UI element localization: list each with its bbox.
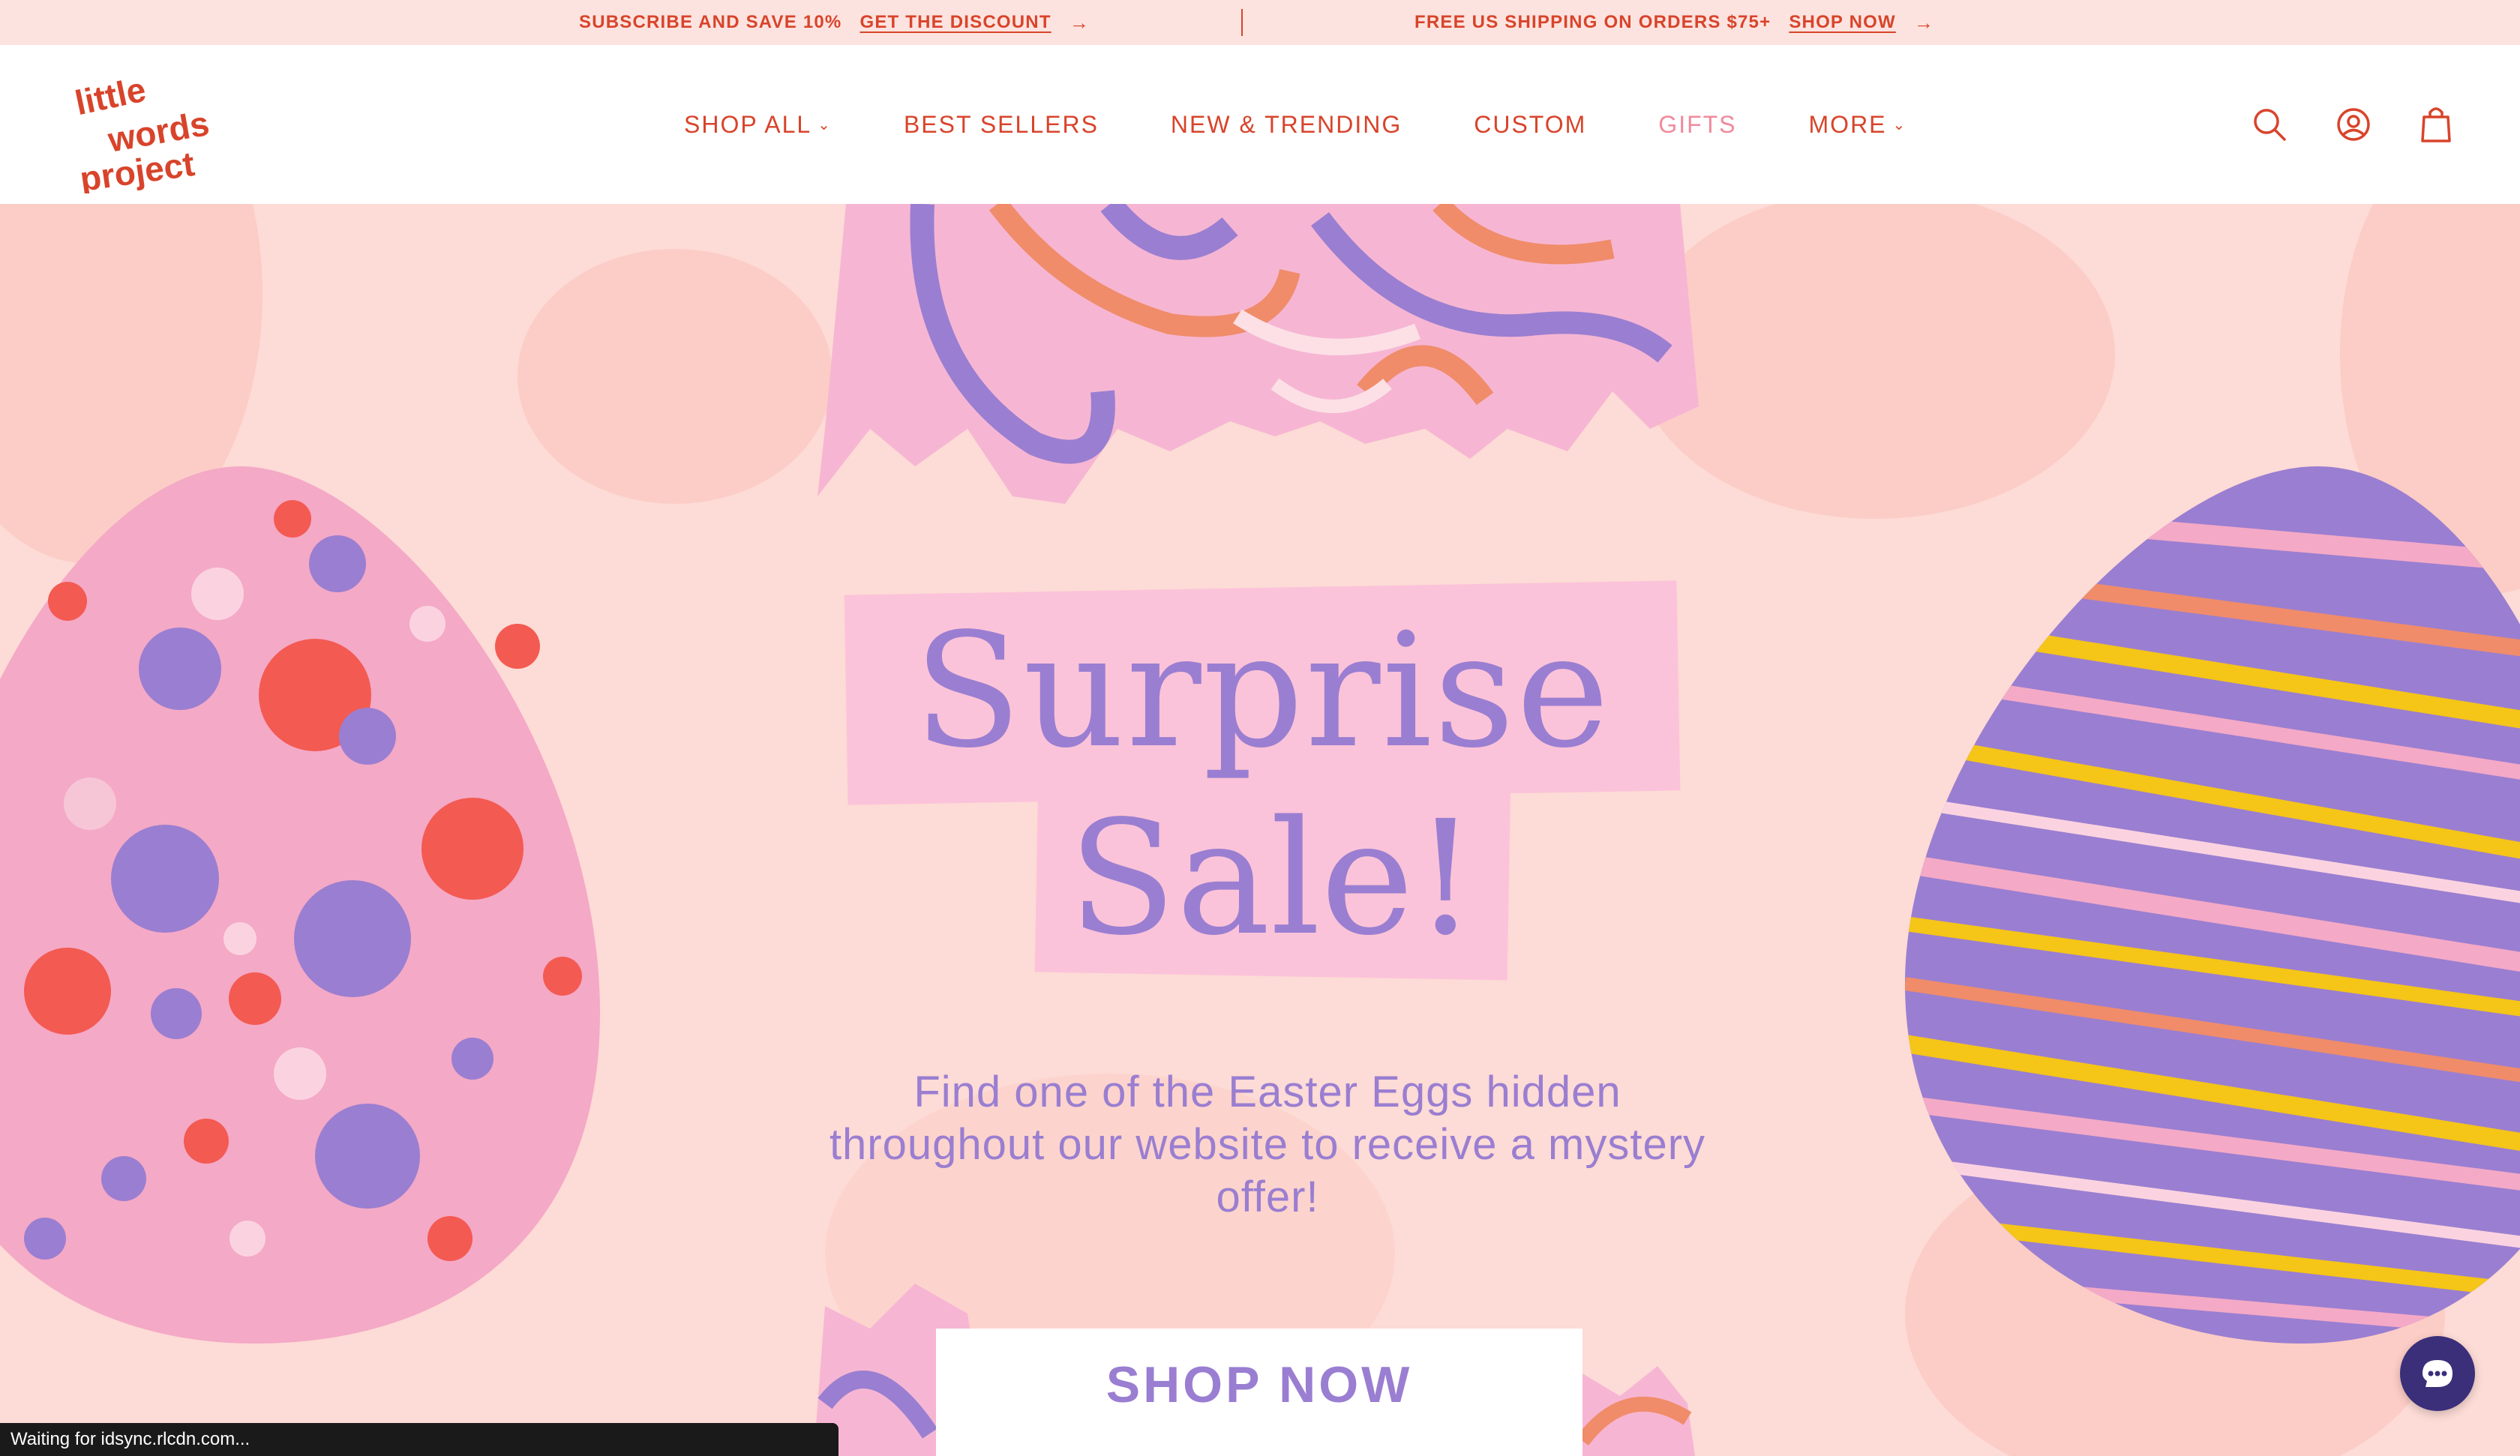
get-discount-link[interactable]: GET THE DISCOUNT — [860, 12, 1051, 33]
account-icon[interactable] — [2336, 106, 2372, 142]
cart-icon[interactable] — [2420, 105, 2452, 144]
nav-gifts-label: GIFTS — [1658, 110, 1737, 138]
site-header: little words project SHOP ALL ⌄ BEST SEL… — [0, 45, 2520, 204]
nav-shop-all-label: SHOP ALL — [684, 110, 812, 138]
shop-now-button[interactable]: SHOP NOW — [936, 1329, 1582, 1456]
nav-custom-label: CUSTOM — [1474, 110, 1587, 138]
polka-dot-egg — [0, 466, 600, 1344]
bg-blob — [518, 249, 832, 504]
announcement-shipping-text: FREE US SHIPPING ON ORDERS $75+ — [1414, 12, 1772, 32]
nav-shop-all[interactable]: SHOP ALL ⌄ — [684, 111, 832, 139]
nav-custom[interactable]: CUSTOM — [1474, 111, 1586, 139]
browser-status-bar: Waiting for idsync.rlcdn.com... — [0, 1423, 838, 1456]
nav-more-label: MORE — [1808, 110, 1887, 138]
arrow-right-icon: → — [1069, 10, 1090, 34]
header-icons — [2252, 45, 2452, 204]
search-icon[interactable] — [2252, 106, 2288, 142]
nav-more[interactable]: MORE ⌄ — [1809, 111, 1907, 139]
announcement-divider — [1241, 9, 1243, 36]
hero-banner[interactable]: Surprise Sale! Find one of the Easter Eg… — [0, 204, 2520, 1456]
chevron-down-icon: ⌄ — [1892, 116, 1907, 133]
chat-icon — [2422, 1360, 2452, 1387]
hero-subtext: Find one of the Easter Eggs hidden throu… — [829, 1068, 1706, 1221]
chevron-down-icon: ⌄ — [818, 116, 832, 133]
nav-gifts[interactable]: GIFTS — [1658, 111, 1736, 139]
logo-text-line3: project — [77, 144, 196, 193]
site-logo[interactable]: little words project — [69, 66, 234, 193]
hero-headline-line2: Sale! — [1068, 786, 1478, 970]
nav-new-trending[interactable]: NEW & TRENDING — [1171, 111, 1402, 139]
announcement-bar: SUBSCRIBE AND SAVE 10% GET THE DISCOUNT … — [0, 0, 2520, 45]
shop-now-link[interactable]: SHOP NOW — [1789, 12, 1896, 33]
hero-headline-line1: Surprise — [914, 599, 1611, 783]
broken-egg-top — [818, 204, 1699, 504]
nav-new-trending-label: NEW & TRENDING — [1170, 110, 1402, 138]
announcement-subscribe-text: SUBSCRIBE AND SAVE 10% — [579, 12, 842, 32]
announcement-subscribe: SUBSCRIBE AND SAVE 10% GET THE DISCOUNT … — [579, 0, 1090, 45]
main-nav: SHOP ALL ⌄ BEST SELLERS NEW & TRENDING C… — [684, 45, 1906, 204]
nav-best-sellers[interactable]: BEST SELLERS — [904, 111, 1099, 139]
nav-best-sellers-label: BEST SELLERS — [903, 110, 1099, 138]
announcement-shipping: FREE US SHIPPING ON ORDERS $75+ SHOP NOW… — [1414, 0, 1934, 45]
chat-button[interactable] — [2400, 1336, 2475, 1411]
logo-text-line1: little — [72, 70, 149, 123]
arrow-right-icon: → — [1913, 10, 1935, 34]
bg-blob — [1635, 204, 2115, 519]
striped-egg — [1905, 466, 2520, 1344]
